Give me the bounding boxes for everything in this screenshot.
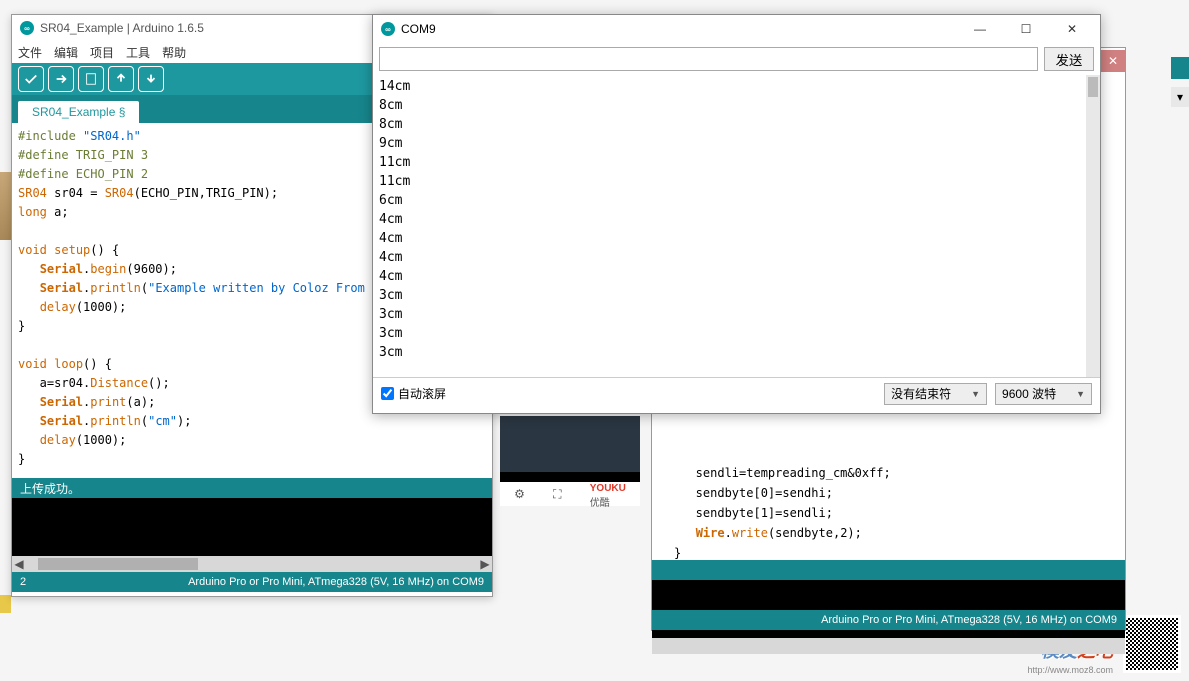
status-bar: 上传成功。: [12, 478, 492, 498]
titlebar: ∞ COM9 — ☐ ✕: [373, 15, 1100, 43]
save-button[interactable]: [138, 66, 164, 92]
scroll-thumb[interactable]: [1088, 77, 1098, 97]
status-bar: [652, 560, 1125, 580]
output-line: 4cm: [379, 210, 1094, 229]
background-fragment: [0, 172, 11, 240]
close-button[interactable]: ✕: [1052, 17, 1092, 41]
output-line: 14cm: [379, 77, 1094, 96]
output-line: 11cm: [379, 172, 1094, 191]
output-line: 3cm: [379, 343, 1094, 362]
youku-logo: YOUKU优酷: [590, 480, 626, 509]
serial-input[interactable]: [379, 47, 1038, 71]
menu-file[interactable]: 文件: [18, 44, 42, 61]
fullscreen-icon[interactable]: ⛶: [553, 487, 561, 502]
chevron-down-icon: ▼: [971, 389, 980, 399]
watermark-url: http://www.moz8.com: [1027, 665, 1113, 675]
baud-rate-select[interactable]: 9600 波特▼: [995, 383, 1092, 405]
maximize-button[interactable]: ☐: [1006, 17, 1046, 41]
code-fragment: sendli=tempreading_cm&0xff; sendbyte[0]=…: [674, 463, 891, 563]
new-button[interactable]: [78, 66, 104, 92]
open-button[interactable]: [108, 66, 134, 92]
menu-help[interactable]: 帮助: [162, 44, 186, 61]
tab-sketch[interactable]: SR04_Example §: [18, 101, 139, 123]
tab-dropdown-icon[interactable]: ▾: [1171, 87, 1189, 107]
board-info: Arduino Pro or Pro Mini, ATmega328 (5V, …: [188, 576, 484, 588]
line-ending-select[interactable]: 没有结束符▼: [884, 383, 987, 405]
minimize-button[interactable]: —: [960, 17, 1000, 41]
video-player: ⚙ ⛶ YOUKU优酷: [500, 416, 640, 506]
scroll-right-icon[interactable]: ▶: [478, 557, 492, 571]
menu-sketch[interactable]: 项目: [90, 44, 114, 61]
window-title: COM9: [401, 22, 436, 36]
output-line: 8cm: [379, 96, 1094, 115]
menu-edit[interactable]: 编辑: [54, 44, 78, 61]
settings-icon[interactable]: ⚙: [514, 487, 525, 501]
arduino-logo-icon: ∞: [381, 22, 395, 36]
autoscroll-checkbox[interactable]: 自动滚屏: [381, 385, 446, 402]
upload-button[interactable]: [48, 66, 74, 92]
chevron-down-icon: ▼: [1076, 389, 1085, 399]
output-line: 4cm: [379, 229, 1094, 248]
footer-bar: Arduino Pro or Pro Mini, ATmega328 (5V, …: [652, 610, 1125, 630]
vertical-scrollbar[interactable]: [1086, 75, 1100, 377]
serial-output[interactable]: 14cm 8cm 8cm 9cm 11cm 11cm 6cm 4cm 4cm 4…: [373, 75, 1100, 377]
background-fragment: [0, 595, 11, 613]
output-line: 4cm: [379, 248, 1094, 267]
arduino-logo-icon: ∞: [20, 21, 34, 35]
output-line: 9cm: [379, 134, 1094, 153]
footer-bar: 2 Arduino Pro or Pro Mini, ATmega328 (5V…: [12, 572, 492, 592]
horizontal-scrollbar[interactable]: ◀ ▶: [12, 556, 492, 572]
console-output: [12, 498, 492, 556]
close-button[interactable]: ✕: [1101, 50, 1125, 72]
output-line: 11cm: [379, 153, 1094, 172]
serial-footer: 自动滚屏 没有结束符▼ 9600 波特▼: [373, 377, 1100, 409]
autoscroll-input[interactable]: [381, 387, 394, 400]
menu-tools[interactable]: 工具: [126, 44, 150, 61]
output-line: 4cm: [379, 267, 1094, 286]
output-line: 3cm: [379, 286, 1094, 305]
serial-monitor-window: ∞ COM9 — ☐ ✕ 发送 14cm 8cm 8cm 9cm 11cm 11…: [372, 14, 1101, 414]
output-line: 3cm: [379, 305, 1094, 324]
send-button[interactable]: 发送: [1044, 47, 1094, 71]
hscroll-track[interactable]: [652, 638, 1125, 654]
tab-bar-fragment: [1171, 57, 1189, 79]
verify-button[interactable]: [18, 66, 44, 92]
scroll-thumb[interactable]: [38, 558, 198, 570]
window-title: SR04_Example | Arduino 1.6.5: [40, 21, 204, 35]
input-row: 发送: [373, 43, 1100, 75]
qr-code: [1123, 615, 1181, 673]
output-line: 8cm: [379, 115, 1094, 134]
output-line: 6cm: [379, 191, 1094, 210]
line-number: 2: [20, 576, 26, 588]
scroll-left-icon[interactable]: ◀: [12, 557, 26, 571]
output-line: 3cm: [379, 324, 1094, 343]
